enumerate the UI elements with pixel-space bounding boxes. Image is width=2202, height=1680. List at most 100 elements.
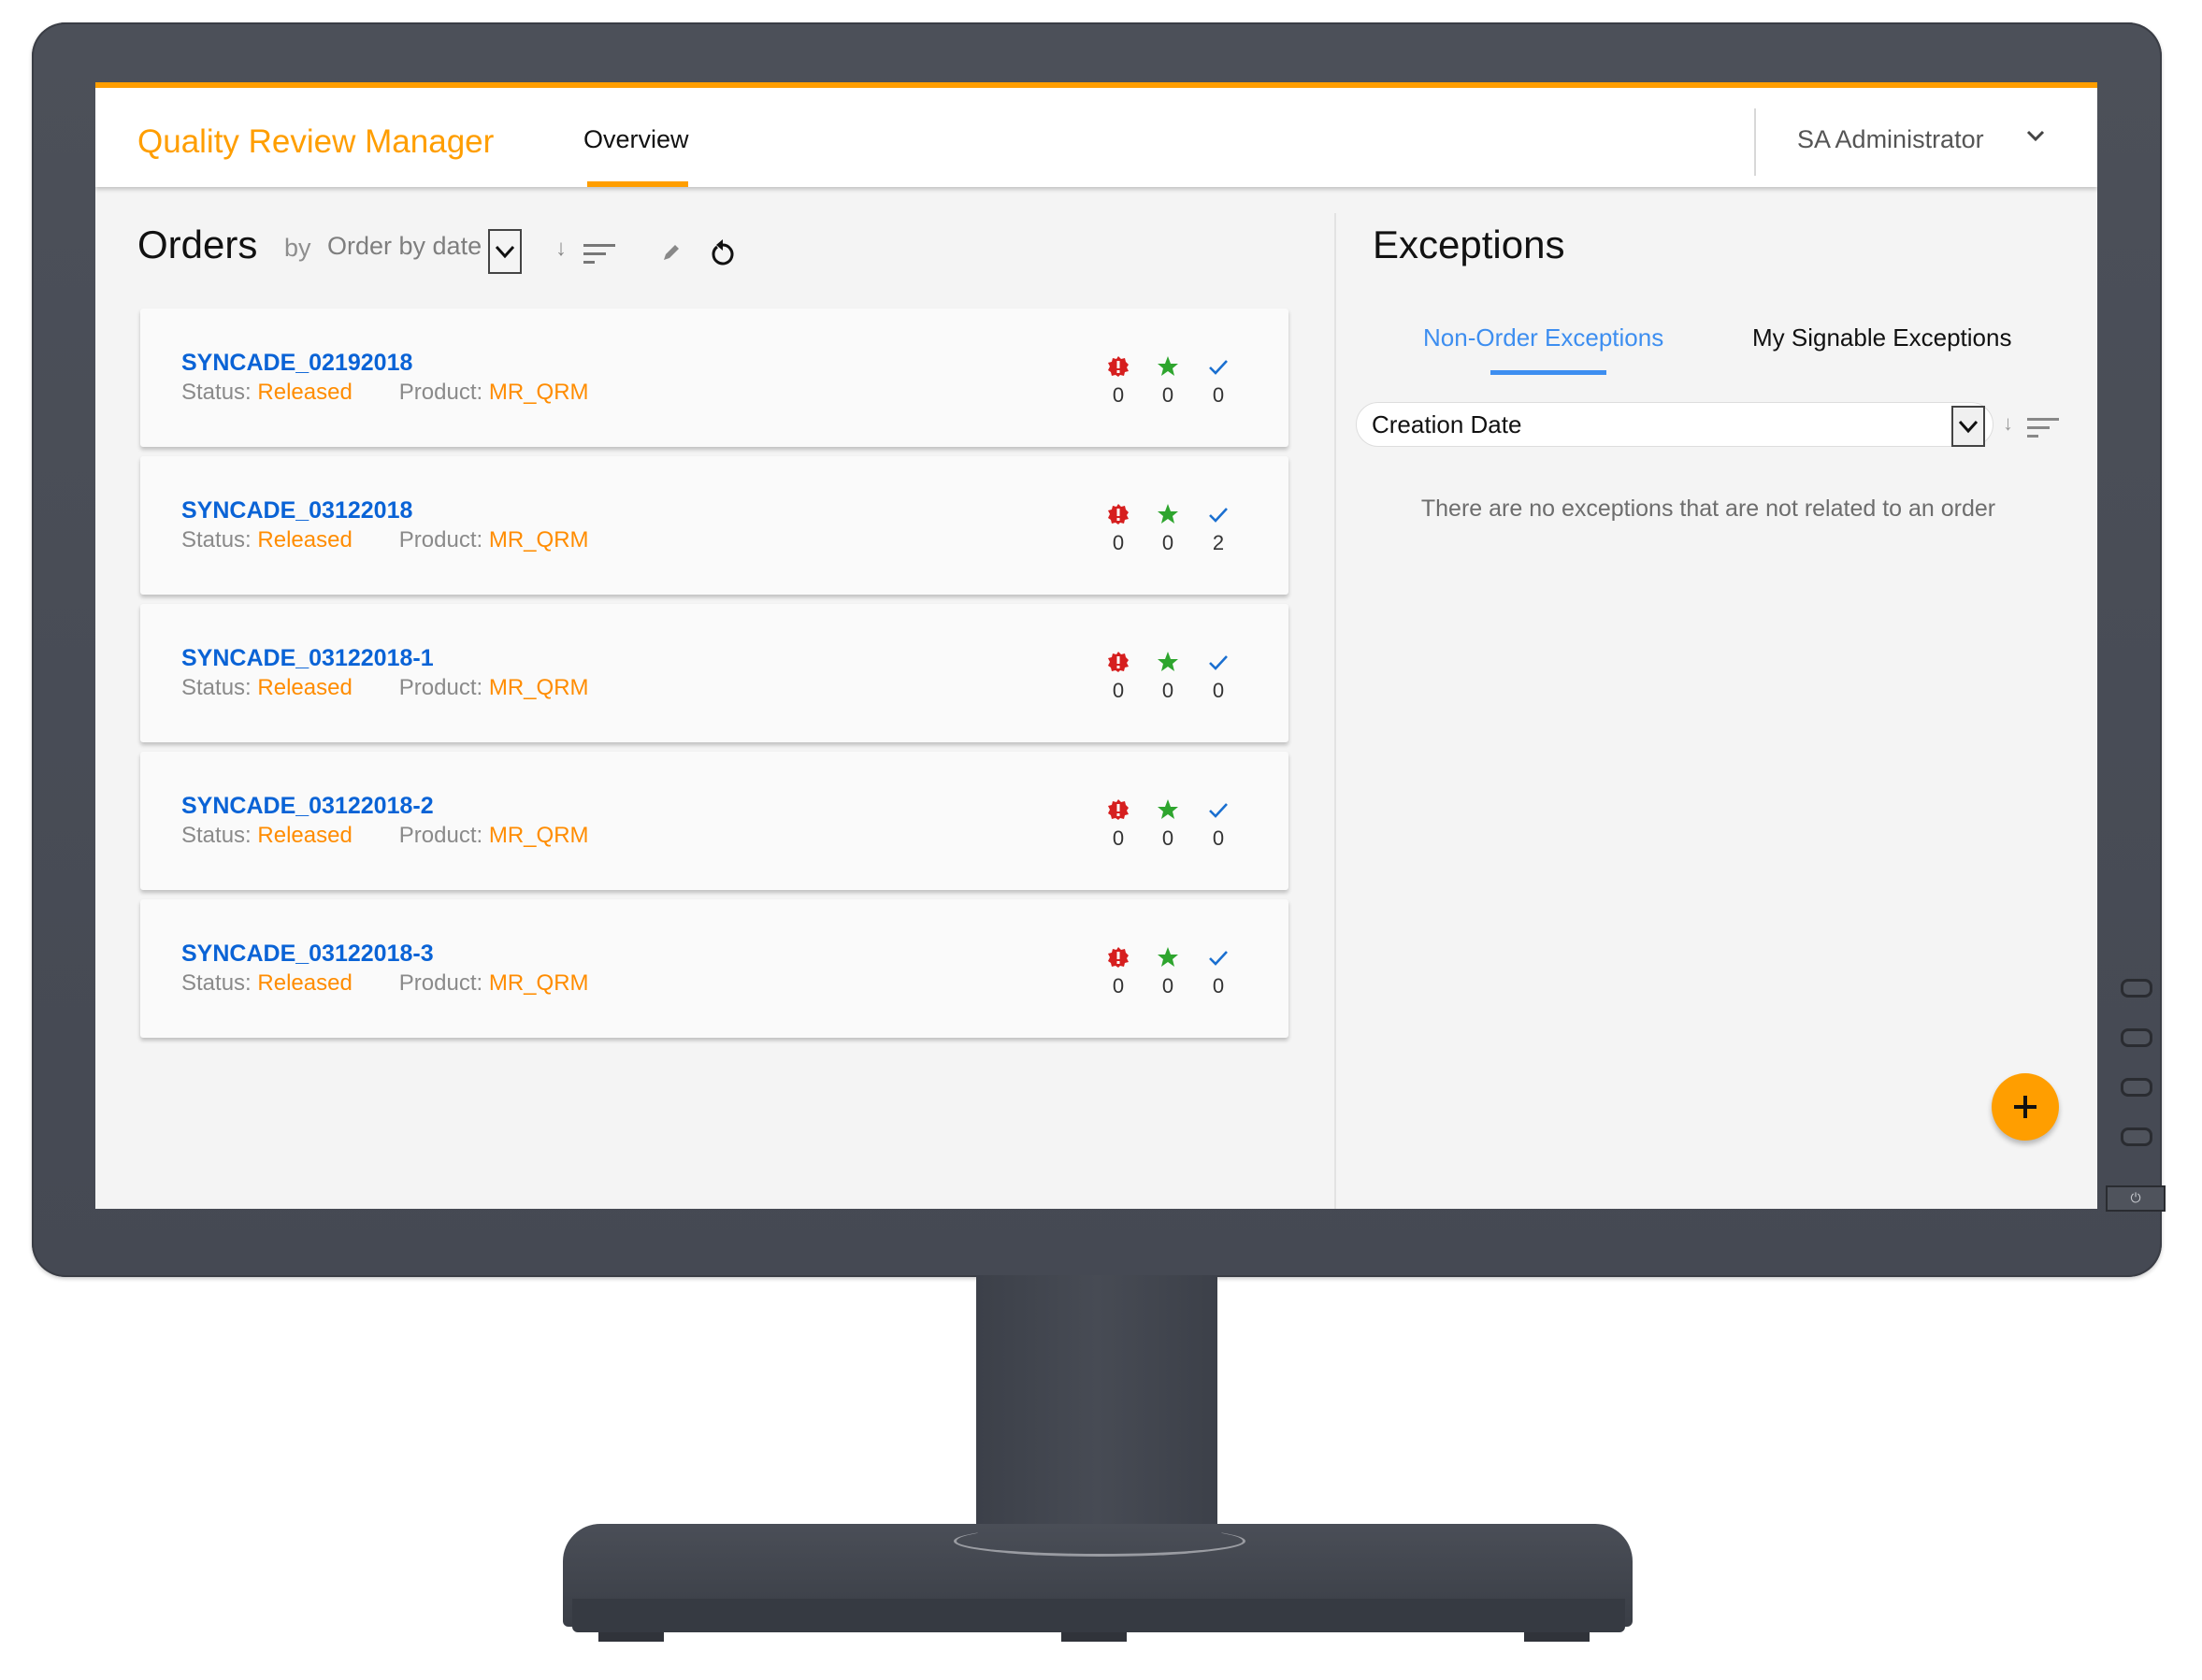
exception-badge-icon — [1108, 799, 1129, 820]
exception-badge-icon — [1108, 504, 1129, 524]
count-value: 0 — [1212, 826, 1225, 850]
status-label: Status: — [181, 823, 252, 848]
order-card[interactable]: SYNCADE_03122018-1 Status: Released Produc… — [140, 604, 1288, 742]
favorite-count: 0 — [1149, 503, 1187, 555]
app-header: Quality Review Manager Overview SA Admin… — [95, 88, 2097, 187]
favorite-count: 0 — [1149, 355, 1187, 408]
status-label: Status: — [181, 380, 252, 405]
sort-icon[interactable] — [583, 243, 615, 266]
order-id-link[interactable]: SYNCADE_03122018-3 — [181, 941, 434, 968]
exception-badge-icon — [1108, 652, 1129, 672]
count-value: 0 — [1112, 531, 1125, 554]
order-card[interactable]: SYNCADE_03122018-3 Status: Released Produc… — [140, 899, 1288, 1038]
order-meta: Status: Released Product: MR_QRM — [181, 823, 589, 849]
exception-badge-icon — [1108, 947, 1129, 968]
favorite-count: 0 — [1149, 946, 1187, 998]
monitor-button — [2121, 1028, 2152, 1047]
product-value: MR_QRM — [488, 970, 589, 996]
monitor-button — [2121, 979, 2152, 998]
order-meta: Status: Released Product: MR_QRM — [181, 527, 589, 553]
tab-overview[interactable]: Overview — [583, 125, 689, 154]
monitor-stand-neck — [976, 1275, 1217, 1552]
checkmark-icon — [1209, 803, 1228, 818]
exception-count: 0 — [1100, 798, 1137, 851]
order-card[interactable]: SYNCADE_03122018-2 Status: Released Produc… — [140, 752, 1288, 890]
pencil-icon[interactable] — [660, 241, 683, 264]
chevron-down-icon — [495, 245, 515, 259]
app-screen: Quality Review Manager Overview SA Admin… — [95, 82, 2097, 1209]
monitor-stand-ring — [954, 1526, 1245, 1557]
tab-non-order-exceptions[interactable]: Non-Order Exceptions — [1423, 323, 1663, 352]
star-icon — [1158, 652, 1178, 671]
status-value: Released — [257, 823, 353, 848]
app-title[interactable]: Quality Review Manager — [137, 123, 494, 161]
approved-count: 0 — [1200, 946, 1237, 998]
orders-sort-select[interactable]: Order by date — [327, 232, 482, 261]
status-label: Status: — [181, 675, 252, 700]
product-value: MR_QRM — [488, 823, 589, 848]
order-meta: Status: Released Product: MR_QRM — [181, 970, 589, 997]
count-value: 0 — [1161, 531, 1174, 554]
plus-icon — [2014, 1096, 2036, 1118]
star-icon — [1158, 504, 1178, 524]
exceptions-empty-message: There are no exceptions that are not rel… — [1420, 495, 1996, 522]
count-value: 0 — [1112, 679, 1125, 702]
monitor-stand-base-lip — [572, 1599, 1625, 1632]
count-value: 0 — [1161, 826, 1174, 850]
status-value: Released — [257, 527, 353, 553]
status-value: Released — [257, 380, 353, 405]
product-label: Product: — [398, 380, 483, 405]
status-value: Released — [257, 970, 353, 996]
count-value: 0 — [1212, 974, 1225, 998]
order-card[interactable]: SYNCADE_02192018 Status: Released Product:… — [140, 309, 1288, 447]
power-icon: ⏻ — [2106, 1185, 2166, 1212]
count-value: 0 — [1112, 826, 1125, 850]
exception-count: 0 — [1100, 651, 1137, 703]
count-value: 0 — [1161, 974, 1174, 998]
arrow-down-icon[interactable]: ↓ — [2003, 411, 2013, 436]
order-card[interactable]: SYNCADE_03122018 Status: Released Product:… — [140, 456, 1288, 595]
order-id-link[interactable]: SYNCADE_02192018 — [181, 350, 412, 377]
count-value: 0 — [1212, 679, 1225, 702]
user-menu[interactable]: SA Administrator — [1797, 125, 1984, 154]
orders-title: Orders — [137, 223, 258, 266]
favorite-count: 0 — [1149, 651, 1187, 703]
exception-count: 0 — [1100, 946, 1137, 998]
checkmark-icon — [1209, 951, 1228, 966]
count-value: 0 — [1112, 974, 1125, 998]
monitor-button — [2121, 1078, 2152, 1097]
add-button[interactable] — [1992, 1073, 2059, 1141]
tab-my-signable-exceptions[interactable]: My Signable Exceptions — [1752, 323, 2011, 352]
status-value: Released — [257, 675, 353, 700]
order-counts: 0 0 0 — [1100, 798, 1259, 864]
status-label: Status: — [181, 970, 252, 996]
exceptions-sort-select[interactable]: Creation Date — [1356, 402, 1993, 447]
orders-sort-select-toggle[interactable] — [488, 229, 522, 274]
arrow-down-icon[interactable]: ↓ — [555, 236, 567, 262]
orders-by-label: by — [284, 234, 311, 262]
sort-icon[interactable] — [2027, 417, 2059, 439]
chevron-down-icon[interactable] — [2022, 122, 2050, 150]
panel-divider — [1334, 213, 1336, 1209]
approved-count: 2 — [1200, 503, 1237, 555]
count-value: 0 — [1112, 383, 1125, 407]
product-value: MR_QRM — [488, 675, 589, 700]
exception-badge-icon — [1108, 356, 1129, 377]
order-id-link[interactable]: SYNCADE_03122018-1 — [181, 645, 434, 672]
product-value: MR_QRM — [488, 527, 589, 553]
exceptions-sort-select-toggle[interactable] — [1951, 406, 1985, 447]
count-value: 2 — [1212, 531, 1225, 554]
exception-count: 0 — [1100, 355, 1137, 408]
refresh-icon[interactable] — [709, 237, 737, 267]
order-counts: 0 0 2 — [1100, 503, 1259, 568]
product-label: Product: — [398, 527, 483, 553]
order-id-link[interactable]: SYNCADE_03122018 — [181, 497, 412, 524]
count-value: 0 — [1161, 679, 1174, 702]
order-id-link[interactable]: SYNCADE_03122018-2 — [181, 793, 434, 820]
order-meta: Status: Released Product: MR_QRM — [181, 675, 589, 701]
approved-count: 0 — [1200, 355, 1237, 408]
order-counts: 0 0 0 — [1100, 946, 1259, 1012]
count-value: 0 — [1212, 383, 1225, 407]
product-value: MR_QRM — [488, 380, 589, 405]
product-label: Product: — [398, 675, 483, 700]
